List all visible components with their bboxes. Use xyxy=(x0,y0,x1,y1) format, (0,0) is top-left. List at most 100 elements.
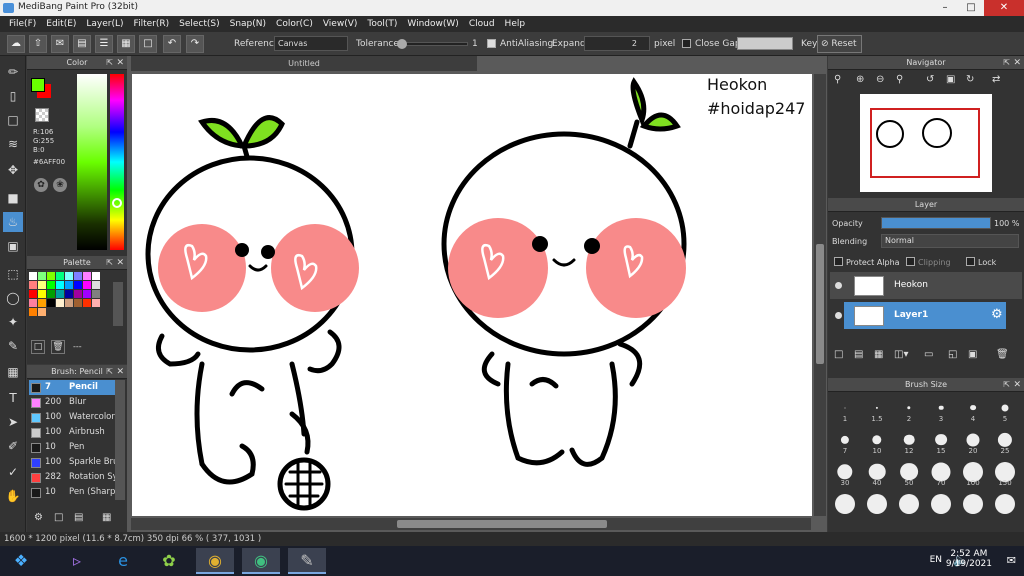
brush-size-option[interactable]: 70 xyxy=(926,458,956,488)
rotate-left-icon[interactable]: ↺ xyxy=(926,74,934,85)
add-brush-icon[interactable]: ▤ xyxy=(74,512,83,523)
chrome-icon[interactable]: ◉ xyxy=(196,548,234,574)
palette-swatch[interactable] xyxy=(38,281,46,289)
canvas-vertical-scrollbar[interactable] xyxy=(814,74,826,516)
color-value-strip[interactable] xyxy=(77,74,107,250)
magic-wand-tool-icon[interactable]: ✦ xyxy=(3,312,23,332)
brush-size-option[interactable]: 100 xyxy=(958,458,988,488)
layer-row-active[interactable]: Layer1 xyxy=(844,302,1006,330)
text-tool-icon[interactable]: T xyxy=(3,388,23,408)
taskbar-clock[interactable]: 2:52 AM 9/19/2021 xyxy=(946,549,992,569)
zoom-out-icon[interactable]: ⊖ xyxy=(876,74,884,85)
palette-swatch[interactable] xyxy=(29,281,37,289)
palette-swatch[interactable] xyxy=(74,299,82,307)
zoom-in-icon[interactable]: ⊕ xyxy=(856,74,864,85)
palette-swatch[interactable] xyxy=(56,281,64,289)
canvas-tab[interactable]: Untitled xyxy=(131,56,477,71)
duplicate-layer-icon[interactable]: ◱ xyxy=(948,349,957,360)
palette-swatch[interactable] xyxy=(65,290,73,298)
palette-swatch[interactable] xyxy=(92,290,100,298)
eyedropper-tool-icon[interactable]: ✐ xyxy=(3,436,23,456)
brush-size-option[interactable]: 3 xyxy=(926,394,956,424)
new-halftone-layer-icon[interactable]: ▤ xyxy=(854,349,863,360)
color-set-icon[interactable]: ❀ xyxy=(53,178,67,192)
pin-icon[interactable]: ⇱ xyxy=(106,56,113,70)
navigator-preview[interactable] xyxy=(860,94,992,192)
fit-window-icon[interactable]: ▣ xyxy=(946,74,955,85)
input-language[interactable]: EN xyxy=(930,555,942,565)
brush-page-icon[interactable]: ▦ xyxy=(102,512,111,523)
opacity-slider[interactable] xyxy=(881,217,991,229)
palette-swatch[interactable] xyxy=(92,281,100,289)
close-gaps-checkbox[interactable] xyxy=(682,39,691,48)
palette-swatch[interactable] xyxy=(56,299,64,307)
menu-help[interactable]: Help xyxy=(500,16,531,32)
pin-icon[interactable]: ⇱ xyxy=(1003,56,1010,70)
canvas-horizontal-scrollbar[interactable] xyxy=(131,518,811,530)
close-icon[interactable]: ✕ xyxy=(116,365,124,379)
color-wheel-icon[interactable]: ✿ xyxy=(34,178,48,192)
divide-tool-icon[interactable]: ✓ xyxy=(3,462,23,482)
palette-swatch[interactable] xyxy=(47,281,55,289)
brush-size-option[interactable] xyxy=(990,490,1020,520)
palette-swatch[interactable] xyxy=(47,299,55,307)
brush-size-option[interactable]: 30 xyxy=(830,458,860,488)
primary-color-swatch[interactable] xyxy=(31,78,45,92)
brush-size-option[interactable] xyxy=(958,490,988,520)
close-icon[interactable]: ✕ xyxy=(116,56,124,70)
palette-swatch[interactable] xyxy=(65,281,73,289)
palette-swatch[interactable] xyxy=(74,290,82,298)
delete-layer-icon[interactable]: 🗑 xyxy=(996,349,1009,360)
blending-select[interactable]: Normal xyxy=(881,234,1019,248)
brush-size-option[interactable]: 12 xyxy=(894,426,924,456)
palette-swatch[interactable] xyxy=(29,299,37,307)
fill-rect-tool-icon[interactable]: ■ xyxy=(3,188,23,208)
rotate-right-icon[interactable]: ↻ xyxy=(966,74,974,85)
move-tool-icon[interactable]: ✥ xyxy=(3,160,23,180)
menu-cloud[interactable]: Cloud xyxy=(464,16,500,32)
layer-visibility-icon[interactable] xyxy=(835,312,842,319)
menu-snap[interactable]: Snap(N) xyxy=(225,16,271,32)
close-icon[interactable]: ✕ xyxy=(1013,56,1021,70)
palette-swatch[interactable] xyxy=(83,281,91,289)
close-icon[interactable]: ✕ xyxy=(1013,378,1021,392)
tolerance-slider-handle[interactable] xyxy=(397,39,407,49)
palette-scrollbar[interactable] xyxy=(113,282,123,326)
menu-select[interactable]: Select(S) xyxy=(174,16,225,32)
layer-settings-gear-icon[interactable]: ⚙ xyxy=(991,307,1003,322)
brush-list-scrollbar[interactable] xyxy=(115,380,125,500)
menu-edit[interactable]: Edit(E) xyxy=(41,16,81,32)
brush-size-option[interactable]: 20 xyxy=(958,426,988,456)
medibang-taskbar-icon[interactable]: ◉ xyxy=(242,548,280,574)
brush-size-option[interactable]: 50 xyxy=(894,458,924,488)
bucket-tool-icon[interactable]: ♨ xyxy=(3,212,23,232)
undo-icon[interactable]: ↶ xyxy=(163,35,181,53)
brush-list-item[interactable]: 282 Rotation Symmetry xyxy=(29,470,125,485)
palette-swatch[interactable] xyxy=(83,290,91,298)
cloud-icon[interactable]: ☁ xyxy=(7,35,25,53)
start-button-icon[interactable]: ❖ xyxy=(2,548,40,574)
brush-size-option[interactable]: 10 xyxy=(862,426,892,456)
brush-list-item[interactable]: 100 Airbrush xyxy=(29,425,125,440)
palette-swatch[interactable] xyxy=(29,308,37,316)
brush-size-option[interactable]: 40 xyxy=(862,458,892,488)
pin-icon[interactable]: ⇱ xyxy=(1003,378,1010,392)
palette-swatch[interactable] xyxy=(83,272,91,280)
hand-tool-icon[interactable]: ✋ xyxy=(3,486,23,506)
gradient-tool-icon[interactable]: ▣ xyxy=(3,236,23,256)
brush-size-option[interactable]: 5 xyxy=(990,394,1020,424)
hue-handle[interactable] xyxy=(112,198,122,208)
brush-size-option[interactable]: 4 xyxy=(958,394,988,424)
browser-coccoc-icon[interactable]: ✿ xyxy=(150,548,188,574)
palette-swatch[interactable] xyxy=(38,308,46,316)
operation-tool-icon[interactable]: ➤ xyxy=(3,412,23,432)
brush-size-option[interactable]: 150 xyxy=(990,458,1020,488)
close-window-button[interactable]: ✕ xyxy=(984,0,1024,16)
brush-size-option[interactable]: 7 xyxy=(830,426,860,456)
brush-size-option[interactable] xyxy=(926,490,956,520)
merge-layer-icon[interactable]: ▣ xyxy=(968,349,977,360)
close-icon[interactable]: ✕ xyxy=(116,256,124,270)
palette-swatch[interactable] xyxy=(29,272,37,280)
brush-list-item[interactable]: 10 Pen xyxy=(29,440,125,455)
palette-swatch[interactable] xyxy=(92,272,100,280)
